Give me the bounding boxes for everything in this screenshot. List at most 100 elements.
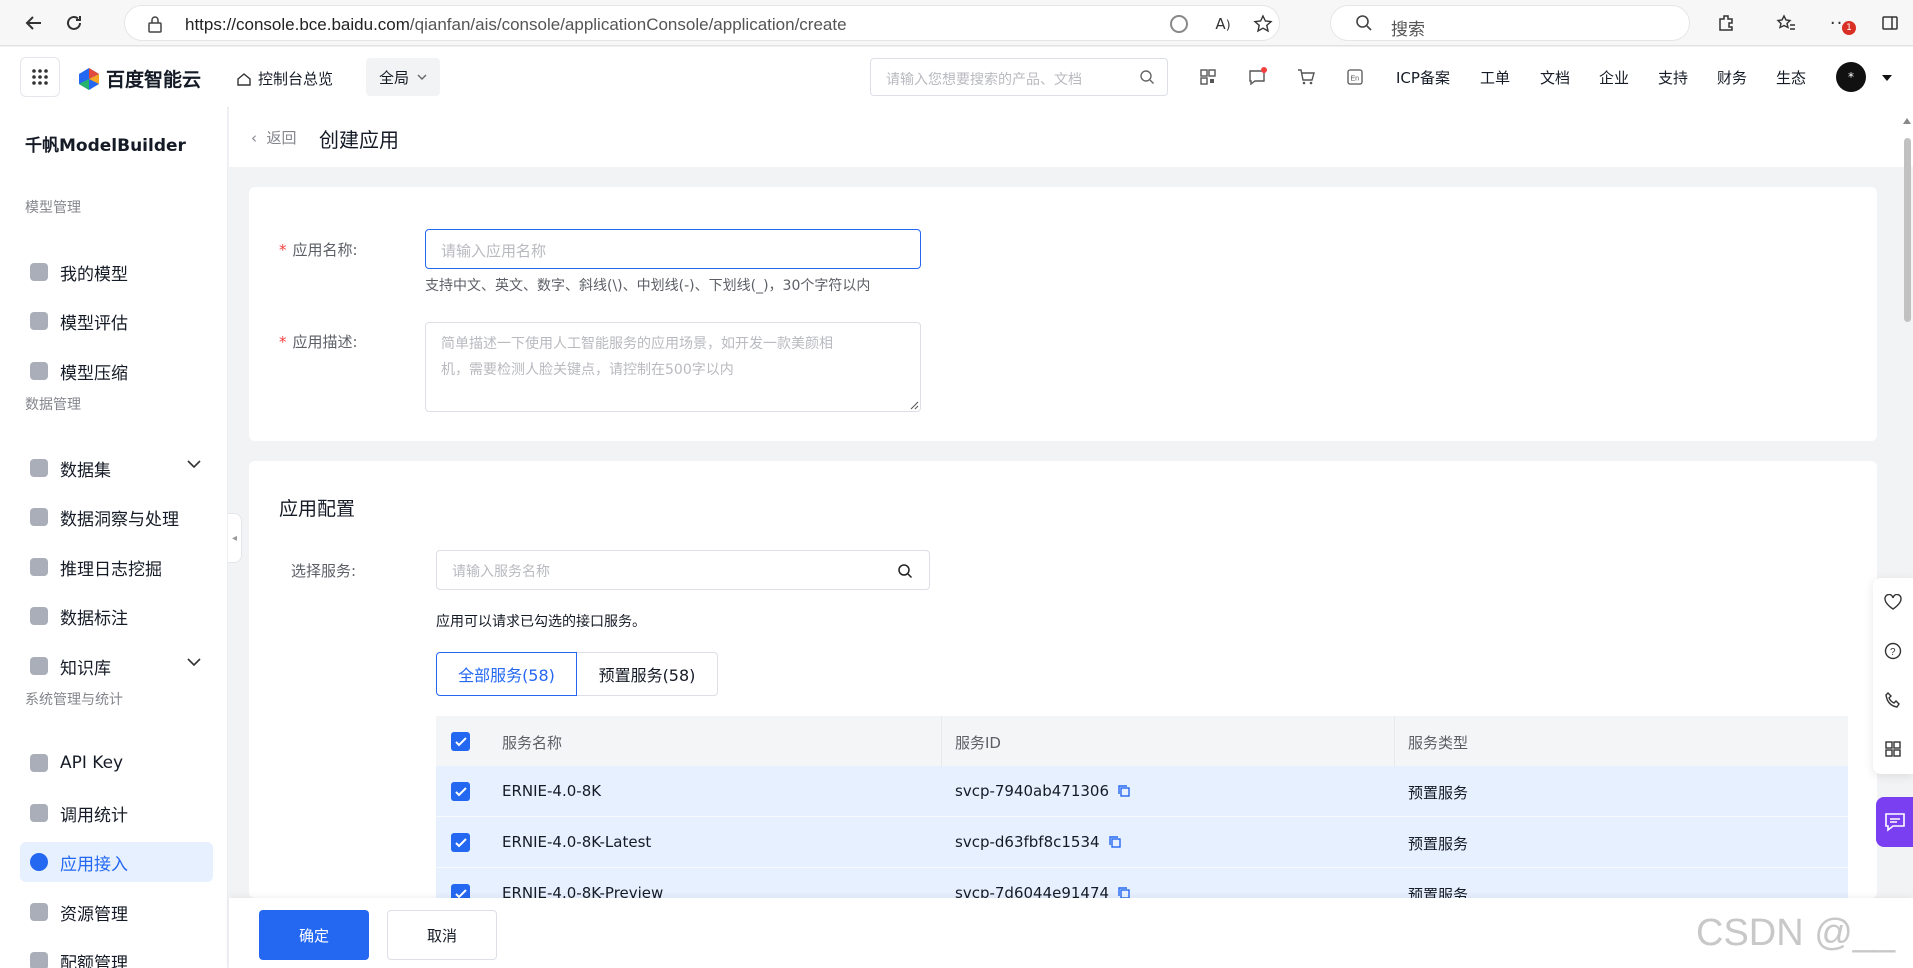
sidebar-item-app-access[interactable]: 应用接入	[20, 842, 213, 882]
book-icon	[30, 657, 48, 675]
notification-badge: 1	[1842, 21, 1856, 35]
region-value: 全局	[378, 68, 409, 87]
table-row[interactable]: ERNIE-4.0-8K svcp-7940ab471306 预置服务	[436, 766, 1848, 817]
sidebar-item-resources[interactable]: 资源管理	[20, 892, 213, 932]
svg-text:En: En	[1351, 76, 1360, 83]
more-menu-icon[interactable]: ··· 1	[1826, 9, 1856, 37]
favorite-star-icon[interactable]	[1249, 10, 1277, 38]
brand-name: 百度智能云	[106, 69, 202, 91]
scroll-up-arrow-icon[interactable]	[1903, 118, 1911, 124]
region-select[interactable]: 全局	[366, 58, 440, 96]
back-label: 返回	[266, 129, 297, 147]
search-icon[interactable]	[1139, 69, 1155, 85]
sidebar-item-label: 推理日志挖掘	[60, 559, 162, 580]
tab-all-services[interactable]: 全部服务(58)	[436, 652, 577, 696]
favorites-icon[interactable]	[1772, 9, 1800, 37]
browser-toolbar: https://console.bce.baidu.com/qianfan/ai…	[0, 0, 1913, 46]
resize-handle-icon[interactable]	[910, 401, 919, 410]
nav-link-docs[interactable]: 文档	[1540, 67, 1570, 88]
sidebar-item-data-insight[interactable]: 数据洞察与处理	[20, 497, 213, 537]
baidu-cloud-logo[interactable]: 百度智能云	[76, 65, 201, 92]
search-icon	[1355, 14, 1373, 37]
row-checkbox[interactable]	[451, 833, 470, 852]
service-id: svcp-7940ab471306	[955, 782, 1110, 800]
service-search-input[interactable]: 请输入服务名称	[436, 550, 930, 590]
sidebar-toggle-icon[interactable]	[1876, 9, 1904, 37]
table-header: 服务名称 服务ID 服务类型	[436, 716, 1848, 766]
sidebar-collapse-handle[interactable]: ◂	[228, 513, 242, 563]
cancel-button[interactable]: 取消	[387, 910, 497, 960]
nav-link-icp[interactable]: ICP备案	[1396, 67, 1450, 88]
watermark: CSDN @__磊	[1696, 912, 1896, 968]
extensions-icon[interactable]	[1712, 9, 1740, 37]
back-link[interactable]: ‹ 返回	[251, 127, 297, 148]
tab-preset-services[interactable]: 预置服务(58)	[577, 652, 718, 696]
nav-link-finance[interactable]: 财务	[1717, 67, 1747, 88]
nav-link-enterprise[interactable]: 企业	[1599, 67, 1629, 88]
app-grid-icon[interactable]	[20, 57, 60, 97]
address-bar[interactable]: https://console.bce.baidu.com/qianfan/ai…	[124, 5, 1280, 41]
copy-icon[interactable]	[1117, 784, 1131, 798]
read-aloud-icon[interactable]: A)	[1209, 10, 1237, 38]
table-row[interactable]: ERNIE-4.0-8K-Latest svcp-d63fbf8c1534 预置…	[436, 817, 1848, 868]
copy-icon[interactable]	[1108, 835, 1122, 849]
browser-search-box[interactable]: 搜索	[1330, 5, 1690, 41]
sidebar-item-data-labeling[interactable]: 数据标注	[20, 596, 213, 636]
sidebar-title: 千帆ModelBuilder	[25, 136, 186, 156]
nav-link-ecosystem[interactable]: 生态	[1776, 67, 1806, 88]
sidebar-item-datasets[interactable]: 数据集	[20, 448, 213, 488]
row-checkbox[interactable]	[451, 782, 470, 801]
sidebar-item-knowledge-base[interactable]: 知识库	[20, 646, 213, 686]
sidebar-item-label: 配额管理	[60, 953, 128, 968]
footer-action-bar: 确定 取消	[229, 898, 1913, 968]
sidebar-item-my-models[interactable]: 我的模型	[20, 252, 213, 292]
service-hint: 应用可以请求已勾选的接口服务。	[436, 614, 646, 630]
sidebar-item-api-key[interactable]: API Key	[20, 743, 213, 783]
sidebar-item-label: 数据集	[60, 460, 111, 481]
edge-logo-icon[interactable]	[1165, 10, 1193, 38]
nav-link-ticket[interactable]: 工单	[1480, 67, 1510, 88]
page-title: 创建应用	[319, 128, 399, 152]
message-icon[interactable]	[1245, 65, 1269, 89]
avatar-caret-icon[interactable]	[1882, 75, 1892, 81]
console-search-input[interactable]: 请输入您想要搜索的产品、文档	[870, 58, 1168, 96]
sidebar-item-call-stats[interactable]: 调用统计	[20, 793, 213, 833]
page-header: ‹ 返回 创建应用	[229, 107, 1913, 167]
console-search-placeholder: 请输入您想要搜索的产品、文档	[886, 72, 1082, 88]
scrollbar-thumb[interactable]	[1904, 138, 1911, 322]
pie-chart-icon	[30, 508, 48, 526]
help-icon[interactable]: ?	[1883, 641, 1903, 661]
sidebar-item-log-mining[interactable]: 推理日志挖掘	[20, 547, 213, 587]
app-name-input[interactable]: 请输入应用名称	[425, 229, 921, 269]
refresh-icon[interactable]	[58, 7, 90, 39]
url-text: https://console.bce.baidu.com/qianfan/ai…	[185, 15, 847, 34]
select-all-checkbox[interactable]	[451, 732, 470, 751]
service-select-label: 选择服务:	[291, 562, 357, 580]
sidebar-item-model-compress[interactable]: 模型压缩	[20, 351, 213, 391]
qrcode-icon[interactable]	[1196, 65, 1220, 89]
check-icon	[454, 786, 467, 796]
console-home-link[interactable]: 控制台总览	[236, 68, 333, 89]
nav-link-support[interactable]: 支持	[1658, 67, 1688, 88]
sidebar-item-model-eval[interactable]: 模型评估	[20, 301, 213, 341]
back-arrow-icon[interactable]	[18, 7, 50, 39]
app-desc-label: * 应用描述:	[279, 333, 358, 351]
column-divider	[941, 716, 942, 766]
sidebar-item-label: 模型压缩	[60, 363, 128, 384]
page-scrollbar[interactable]	[1901, 118, 1913, 898]
quota-icon	[30, 952, 48, 968]
column-header-id: 服务ID	[955, 734, 1001, 752]
sidebar-item-quota[interactable]: 配额管理	[20, 941, 213, 968]
cart-icon[interactable]	[1294, 65, 1318, 89]
sidebar-item-label: 资源管理	[60, 904, 128, 925]
confirm-button[interactable]: 确定	[259, 910, 369, 960]
heart-icon[interactable]	[1883, 592, 1903, 612]
grid-menu-icon[interactable]	[1883, 739, 1903, 759]
phone-icon[interactable]	[1883, 690, 1903, 710]
avatar[interactable]: *	[1836, 62, 1866, 92]
column-header-name: 服务名称	[502, 734, 563, 752]
search-icon[interactable]	[897, 563, 913, 579]
service-name: ERNIE-4.0-8K-Latest	[502, 833, 652, 851]
language-icon[interactable]: En	[1343, 65, 1367, 89]
app-desc-textarea[interactable]: 简单描述一下使用人工智能服务的应用场景，如开发一款美颜相 机，需要检测人脸关键点…	[425, 322, 921, 412]
